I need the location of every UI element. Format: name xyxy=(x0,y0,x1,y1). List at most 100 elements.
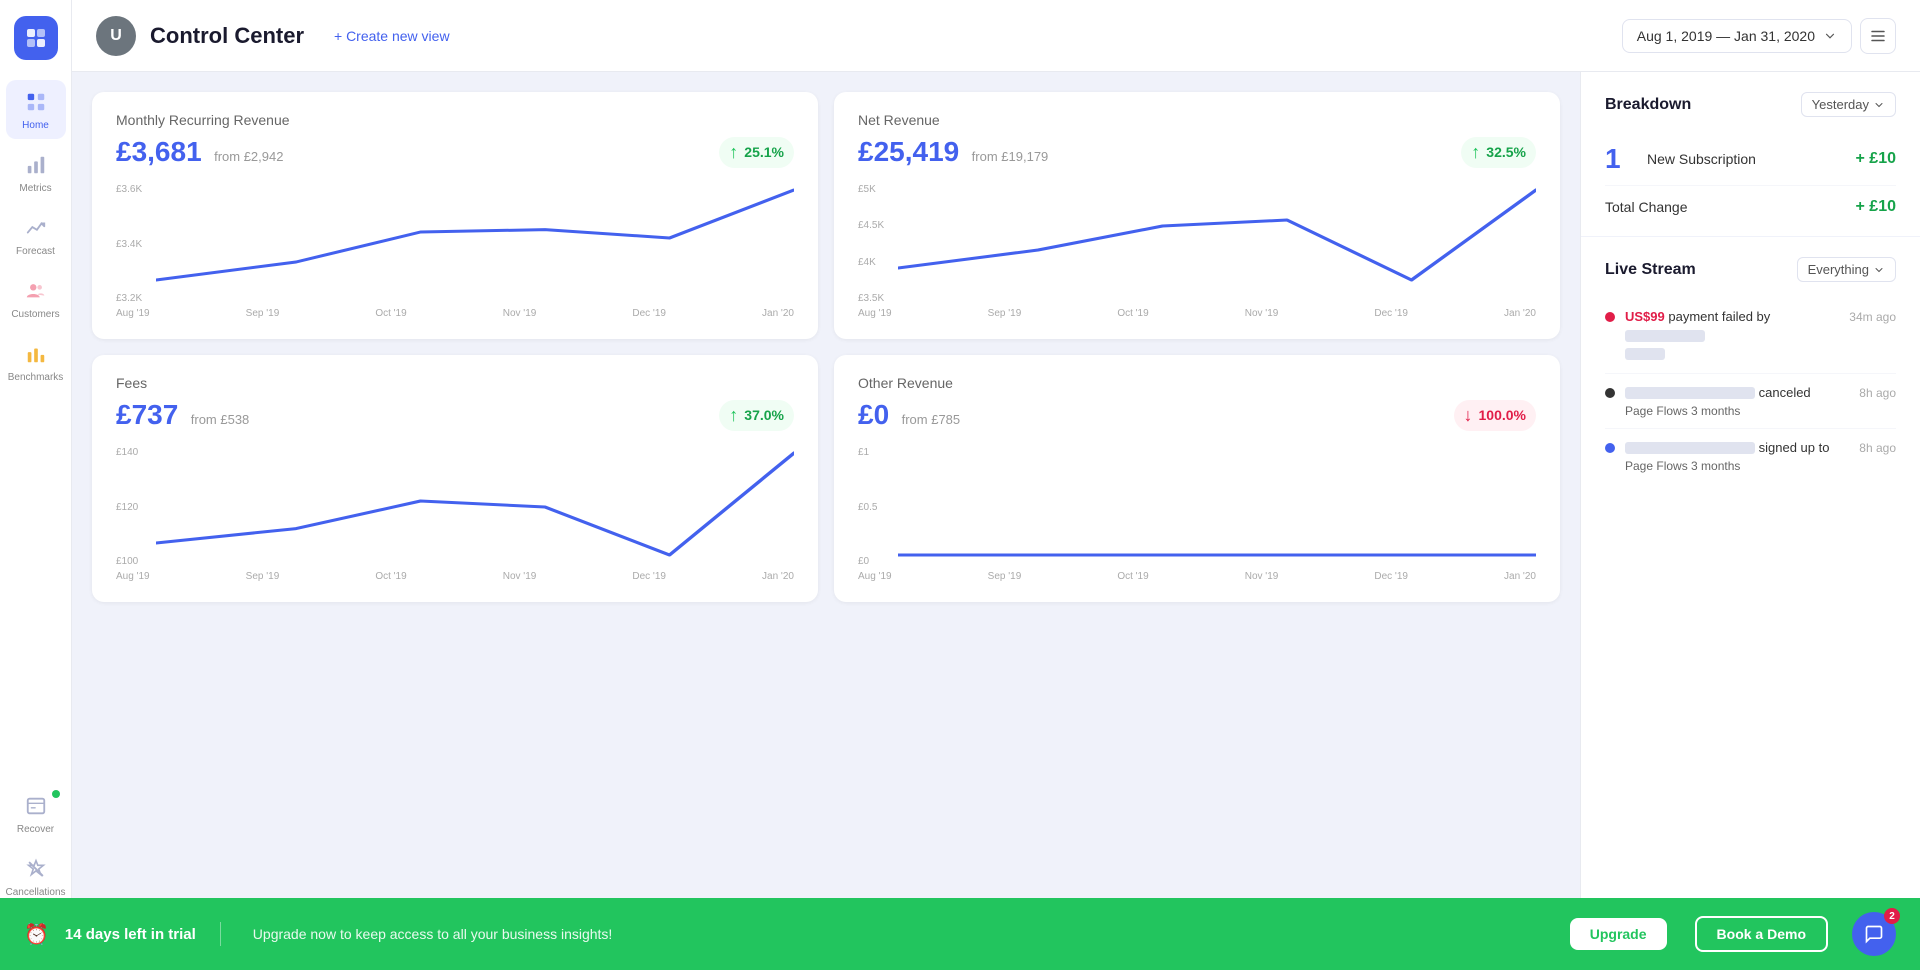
other-revenue-down-icon: ↓ xyxy=(1464,405,1473,426)
mrr-x-labels: Aug '19 Sep '19 Oct '19 Nov '19 Dec '19 … xyxy=(116,308,794,319)
fees-up-icon: ↑ xyxy=(729,405,738,426)
fees-chart-svg xyxy=(156,447,794,567)
create-new-view-button[interactable]: + Create new view xyxy=(324,22,460,50)
fees-value-group: £737 from £538 xyxy=(116,399,249,431)
upgrade-button[interactable]: Upgrade xyxy=(1570,918,1667,950)
right-panel: Breakdown Yesterday 1 New Subscription +… xyxy=(1580,72,1920,970)
mrr-chart-svg xyxy=(156,184,794,304)
date-range-text: Aug 1, 2019 — Jan 31, 2020 xyxy=(1637,28,1815,44)
net-revenue-up-icon: ↑ xyxy=(1471,142,1480,163)
livestream-filter-button[interactable]: Everything xyxy=(1797,257,1896,282)
stream-amount: US$99 xyxy=(1625,309,1665,324)
fees-card: Fees £737 from £538 ↑ 37.0% £140 xyxy=(92,355,818,602)
chat-button[interactable]: 2 xyxy=(1852,912,1896,956)
sidebar-item-forecast[interactable]: Forecast xyxy=(6,206,66,265)
cancellations-icon xyxy=(22,855,50,883)
stream-item-1: US$99 payment failed by 34m ago xyxy=(1605,298,1896,374)
breakdown-total-value: + £10 xyxy=(1856,198,1896,216)
trial-days-text: 14 days left in trial xyxy=(65,926,196,943)
breakdown-section: Breakdown Yesterday 1 New Subscription +… xyxy=(1581,72,1920,237)
stream-dot-dark xyxy=(1605,388,1615,398)
sidebar-item-forecast-label: Forecast xyxy=(16,246,55,257)
clock-icon: ⏰ xyxy=(24,922,49,947)
trial-banner: ⏰ 14 days left in trial Upgrade now to k… xyxy=(0,898,1920,970)
stream-content-1: US$99 payment failed by xyxy=(1625,308,1839,363)
stream-sub-3: Page Flows 3 months xyxy=(1625,459,1849,473)
sidebar-item-customers[interactable]: Customers xyxy=(6,269,66,328)
metrics-grid: Monthly Recurring Revenue £3,681 from £2… xyxy=(92,92,1560,602)
stream-content-2: canceled Page Flows 3 months xyxy=(1625,384,1849,418)
fees-from: from £538 xyxy=(191,412,250,427)
breakdown-value: + £10 xyxy=(1856,150,1896,168)
divider xyxy=(220,922,221,946)
fees-x-labels: Aug '19 Sep '19 Oct '19 Nov '19 Dec '19 … xyxy=(116,571,794,582)
stream-content-3: signed up to Page Flows 3 months xyxy=(1625,439,1849,473)
page-title: Control Center xyxy=(150,23,304,49)
date-range-button[interactable]: Aug 1, 2019 — Jan 31, 2020 xyxy=(1622,19,1852,53)
sidebar: Home Metrics Forecast xyxy=(0,0,72,970)
other-revenue-chart: £1 £0.5 £0 xyxy=(858,447,1536,567)
sidebar-item-recover[interactable]: Recover xyxy=(6,784,66,843)
net-revenue-badge-value: 32.5% xyxy=(1486,144,1526,160)
book-demo-button[interactable]: Book a Demo xyxy=(1695,916,1828,952)
net-revenue-y-labels: £5K £4.5K £4K £3.5K xyxy=(858,184,884,304)
home-icon xyxy=(22,88,50,116)
livestream-section: Live Stream Everything US$99 payment fai… xyxy=(1581,237,1920,970)
sidebar-item-metrics-label: Metrics xyxy=(19,183,51,194)
sidebar-item-metrics[interactable]: Metrics xyxy=(6,143,66,202)
breakdown-label: New Subscription xyxy=(1647,151,1856,167)
fees-y-labels: £140 £120 £100 xyxy=(116,447,138,567)
other-revenue-badge: ↓ 100.0% xyxy=(1454,400,1536,431)
metrics-icon xyxy=(22,151,50,179)
other-revenue-badge-value: 100.0% xyxy=(1479,407,1526,423)
breakdown-total-row: Total Change + £10 xyxy=(1605,186,1896,216)
sidebar-item-benchmarks-label: Benchmarks xyxy=(8,372,64,383)
stream-redacted-detail xyxy=(1625,348,1665,360)
fees-badge: ↑ 37.0% xyxy=(719,400,794,431)
mrr-card: Monthly Recurring Revenue £3,681 from £2… xyxy=(92,92,818,339)
menu-button[interactable] xyxy=(1860,18,1896,54)
livestream-title: Live Stream xyxy=(1605,261,1696,279)
sidebar-item-cancellations-label: Cancellations xyxy=(5,887,65,898)
fees-chart: £140 £120 £100 xyxy=(116,447,794,567)
stream-text-1: US$99 payment failed by xyxy=(1625,308,1839,363)
chat-badge: 2 xyxy=(1884,908,1900,924)
app-logo[interactable] xyxy=(14,16,58,60)
main-area: U Control Center + Create new view Aug 1… xyxy=(72,0,1920,970)
stream-item-2: canceled Page Flows 3 months 8h ago xyxy=(1605,374,1896,429)
forecast-icon xyxy=(22,214,50,242)
livestream-header: Live Stream Everything xyxy=(1605,257,1896,282)
main-content: Monthly Recurring Revenue £3,681 from £2… xyxy=(72,72,1580,970)
customers-icon xyxy=(22,277,50,305)
stream-dot-red xyxy=(1605,312,1615,322)
sidebar-item-home[interactable]: Home xyxy=(6,80,66,139)
sidebar-item-benchmarks[interactable]: Benchmarks xyxy=(6,332,66,391)
stream-redacted-name-3 xyxy=(1625,442,1755,454)
other-revenue-title: Other Revenue xyxy=(858,375,1536,391)
up-arrow-icon: ↑ xyxy=(729,142,738,163)
sidebar-item-recover-label: Recover xyxy=(17,824,54,835)
mrr-y-labels: £3.6K £3.4K £3.2K xyxy=(116,184,142,304)
workspace-avatar: U xyxy=(96,16,136,56)
other-revenue-y-labels: £1 £0.5 £0 xyxy=(858,447,877,567)
breakdown-filter-button[interactable]: Yesterday xyxy=(1801,92,1896,117)
stream-time-1: 34m ago xyxy=(1849,310,1896,324)
livestream-filter-label: Everything xyxy=(1808,262,1869,277)
content-area: Monthly Recurring Revenue £3,681 from £2… xyxy=(72,72,1920,970)
other-revenue-x-labels: Aug '19 Sep '19 Oct '19 Nov '19 Dec '19 … xyxy=(858,571,1536,582)
fees-title: Fees xyxy=(116,375,794,391)
stream-redacted-name xyxy=(1625,330,1705,342)
net-revenue-x-labels: Aug '19 Sep '19 Oct '19 Nov '19 Dec '19 … xyxy=(858,308,1536,319)
recover-notification-dot xyxy=(52,790,60,798)
breakdown-row: 1 New Subscription + £10 xyxy=(1605,133,1896,186)
recover-icon xyxy=(22,792,50,820)
fees-value: £737 xyxy=(116,399,178,430)
stream-text-3: signed up to xyxy=(1625,439,1849,457)
stream-time-2: 8h ago xyxy=(1859,386,1896,400)
breakdown-title: Breakdown xyxy=(1605,96,1691,114)
breakdown-total-label: Total Change xyxy=(1605,199,1688,215)
mrr-badge: ↑ 25.1% xyxy=(719,137,794,168)
net-revenue-value-group: £25,419 from £19,179 xyxy=(858,136,1048,168)
breakdown-filter-label: Yesterday xyxy=(1812,97,1869,112)
sidebar-item-customers-label: Customers xyxy=(11,309,59,320)
